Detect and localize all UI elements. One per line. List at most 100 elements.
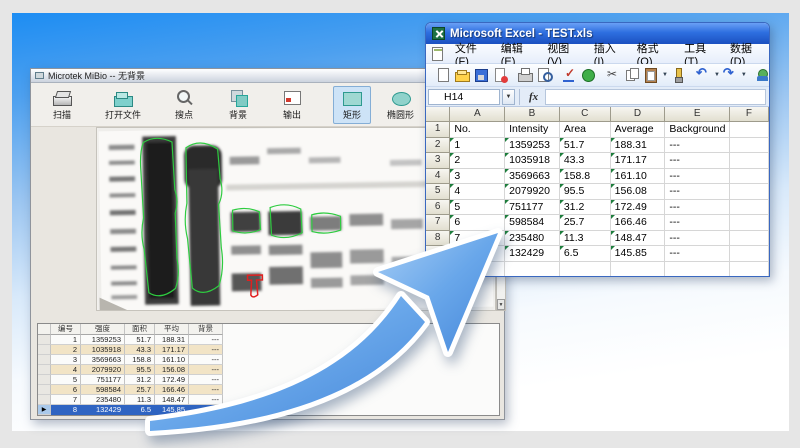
name-box[interactable]: H14 xyxy=(428,89,500,105)
cell-A6[interactable]: 5 xyxy=(450,200,505,216)
cell-C4[interactable]: 158.8 xyxy=(560,169,611,185)
table-cell[interactable]: 4 xyxy=(51,365,81,375)
cell-E1[interactable]: Background xyxy=(665,122,729,138)
toolbar-button-background[interactable]: 背景 xyxy=(219,86,257,124)
table-cell[interactable]: --- xyxy=(189,375,223,385)
table-cell[interactable]: 166.46 xyxy=(155,385,189,395)
cut-icon[interactable] xyxy=(605,67,622,83)
print-preview-icon[interactable] xyxy=(536,67,553,83)
cell-A1[interactable]: No. xyxy=(450,122,505,138)
print-icon[interactable] xyxy=(517,67,534,83)
cell-A7[interactable]: 6 xyxy=(450,215,505,231)
cell-D9[interactable]: 145.85 xyxy=(611,246,666,262)
table-cell[interactable]: 31.2 xyxy=(125,375,155,385)
toolbar-button-open-file[interactable]: 打开文件 xyxy=(97,86,149,124)
cell-C9[interactable]: 6.5 xyxy=(560,246,611,262)
cell-E7[interactable]: --- xyxy=(665,215,729,231)
spelling-icon[interactable] xyxy=(561,67,578,83)
column-header-F[interactable]: F xyxy=(730,107,769,122)
table-row[interactable]: 575117731.2172.49--- xyxy=(38,375,499,385)
cell-D10[interactable] xyxy=(611,262,666,277)
cell-F7[interactable] xyxy=(730,215,769,231)
insert-function-icon[interactable]: fx xyxy=(524,91,543,103)
row-header-9[interactable]: 9 xyxy=(426,246,450,262)
table-row[interactable]: ▶81324296.5145.85--- xyxy=(38,405,499,415)
toolbar-button-scan[interactable]: 扫描 xyxy=(43,86,81,124)
cell-F5[interactable] xyxy=(730,184,769,200)
row-header-4[interactable]: 4 xyxy=(426,169,450,185)
table-cell[interactable]: 7 xyxy=(51,395,81,405)
table-cell[interactable]: 51.7 xyxy=(125,335,155,345)
cell-D8[interactable]: 148.47 xyxy=(611,231,666,247)
cell-A5[interactable]: 4 xyxy=(450,184,505,200)
cell-A3[interactable]: 2 xyxy=(450,153,505,169)
column-header-4[interactable]: 背景 xyxy=(189,324,223,335)
toolbar-button-search-point[interactable]: 搜点 xyxy=(165,86,203,124)
row-selector-cell[interactable] xyxy=(38,385,51,395)
row-selector-cell[interactable] xyxy=(38,395,51,405)
cell-D5[interactable]: 156.08 xyxy=(611,184,666,200)
row-header-2[interactable]: 2 xyxy=(426,138,450,154)
column-header-E[interactable]: E xyxy=(665,107,729,122)
table-row[interactable]: 4207992095.5156.08--- xyxy=(38,365,499,375)
select-all-corner[interactable] xyxy=(426,107,450,122)
column-header-0[interactable]: 编号 xyxy=(51,324,81,335)
permission-icon[interactable] xyxy=(492,67,509,83)
column-header-3[interactable]: 平均 xyxy=(155,324,189,335)
cell-F3[interactable] xyxy=(730,153,769,169)
table-cell[interactable]: 6.5 xyxy=(125,405,155,415)
cell-F10[interactable] xyxy=(730,262,769,277)
cell-E5[interactable]: --- xyxy=(665,184,729,200)
formula-input[interactable] xyxy=(545,89,766,105)
open-icon[interactable] xyxy=(454,67,471,83)
cell-C7[interactable]: 25.7 xyxy=(560,215,611,231)
table-cell[interactable]: 598584 xyxy=(81,385,125,395)
table-cell[interactable]: 1359253 xyxy=(81,335,125,345)
table-cell[interactable]: --- xyxy=(189,395,223,405)
column-header-C[interactable]: C xyxy=(560,107,611,122)
row-header-5[interactable]: 5 xyxy=(426,184,450,200)
cell-B9[interactable]: 132429 xyxy=(505,246,560,262)
cell-E10[interactable] xyxy=(665,262,729,277)
new-icon[interactable] xyxy=(435,67,452,83)
table-row[interactable]: 2103591843.3171.17--- xyxy=(38,345,499,355)
cell-B3[interactable]: 1035918 xyxy=(505,153,560,169)
row-header-1[interactable]: 1 xyxy=(426,122,450,138)
cell-F2[interactable] xyxy=(730,138,769,154)
table-cell[interactable]: --- xyxy=(189,405,223,415)
cell-A2[interactable]: 1 xyxy=(450,138,505,154)
table-cell[interactable]: --- xyxy=(189,355,223,365)
cell-B7[interactable]: 598584 xyxy=(505,215,560,231)
cell-E9[interactable]: --- xyxy=(665,246,729,262)
table-cell[interactable]: 1035918 xyxy=(81,345,125,355)
cell-F9[interactable] xyxy=(730,246,769,262)
undo-icon[interactable] xyxy=(695,67,712,83)
cell-D7[interactable]: 166.46 xyxy=(611,215,666,231)
cell-C8[interactable]: 11.3 xyxy=(560,231,611,247)
cell-C2[interactable]: 51.7 xyxy=(560,138,611,154)
name-box-dropdown-icon[interactable]: ▼ xyxy=(502,89,515,105)
table-cell[interactable]: 3569663 xyxy=(81,355,125,365)
table-cell[interactable]: 158.8 xyxy=(125,355,155,365)
table-cell[interactable]: 2 xyxy=(51,345,81,355)
cell-F1[interactable] xyxy=(730,122,769,138)
table-cell[interactable]: 25.7 xyxy=(125,385,155,395)
research-icon[interactable] xyxy=(580,67,597,83)
table-cell[interactable]: 95.5 xyxy=(125,365,155,375)
cell-C3[interactable]: 43.3 xyxy=(560,153,611,169)
cell-F8[interactable] xyxy=(730,231,769,247)
save-icon[interactable] xyxy=(473,67,490,83)
table-cell[interactable]: 161.10 xyxy=(155,355,189,365)
row-selector-cell[interactable] xyxy=(38,375,51,385)
table-cell[interactable]: 148.47 xyxy=(155,395,189,405)
table-row[interactable]: 1135925351.7188.31--- xyxy=(38,335,499,345)
scrollbar-down-arrow-icon[interactable]: ▼ xyxy=(497,299,505,310)
table-cell[interactable]: 156.08 xyxy=(155,365,189,375)
cell-E8[interactable]: --- xyxy=(665,231,729,247)
paste-icon[interactable] xyxy=(643,67,660,83)
table-cell[interactable]: 1 xyxy=(51,335,81,345)
cell-D3[interactable]: 171.17 xyxy=(611,153,666,169)
row-selector-cell[interactable] xyxy=(38,355,51,365)
cell-B2[interactable]: 1359253 xyxy=(505,138,560,154)
toolbar-button-rect-shape[interactable]: 矩形 xyxy=(333,86,371,124)
